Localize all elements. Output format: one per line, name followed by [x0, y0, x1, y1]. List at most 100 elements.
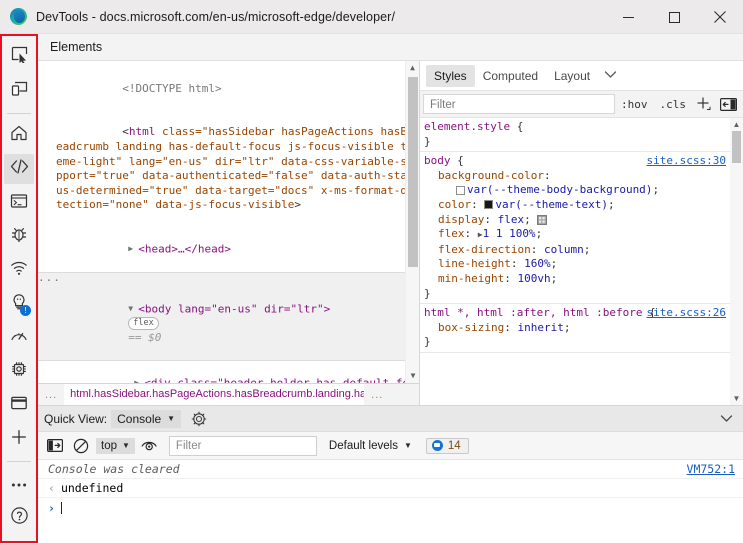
flexbox-editor-icon[interactable] [537, 214, 548, 225]
drawer-close-button[interactable] [720, 414, 737, 423]
live-expression-button[interactable] [139, 435, 161, 457]
toggle-sidebar-button[interactable] [716, 97, 740, 111]
console-prompt[interactable]: › [38, 498, 743, 517]
chevron-down-icon[interactable] [598, 70, 623, 82]
devices-icon [11, 80, 28, 102]
console-message-result: ‹ undefined [38, 479, 743, 498]
collapse-triangle-icon[interactable]: ▼ [128, 302, 137, 317]
tab-elements[interactable]: Elements [44, 40, 108, 54]
gauge-icon [10, 327, 28, 350]
sidebar-item-application[interactable] [4, 391, 34, 421]
tab-styles[interactable]: Styles [426, 64, 475, 87]
declaration-value: var(--theme-body-background) [467, 183, 653, 197]
declaration-name: flex [438, 227, 465, 241]
rule-source-link[interactable]: site.scss:30 [647, 154, 726, 169]
style-rule-html-universal[interactable]: html *, html :after, html :before { site… [420, 304, 743, 353]
expand-triangle-icon[interactable]: ▶ [134, 376, 143, 383]
help-button[interactable] [4, 503, 34, 533]
scroll-thumb[interactable] [408, 77, 418, 267]
declaration-background-color[interactable]: background-color: var(--theme-body-backg… [424, 169, 743, 198]
js-context-select[interactable]: top ▼ [96, 437, 135, 454]
bug-icon [10, 225, 28, 248]
sidebar-item-memory[interactable] [4, 357, 34, 387]
declaration-color[interactable]: color: var(--theme-text); [424, 198, 743, 213]
declaration-display[interactable]: display: flex; [424, 213, 743, 228]
dom-node-header-holder[interactable]: ▶ <div class="header-holder has-default-f… [38, 361, 419, 383]
edge-logo-icon [10, 8, 27, 25]
tab-computed[interactable]: Computed [475, 65, 546, 87]
hov-toggle-button[interactable]: :hov [615, 98, 654, 111]
style-rule-element-style[interactable]: element.style { } [420, 118, 743, 153]
rule-source-link[interactable]: site.scss:26 [647, 306, 726, 321]
scroll-thumb[interactable] [732, 131, 741, 163]
plus-icon [10, 428, 28, 451]
declaration-value: 100vh [517, 271, 551, 285]
close-button[interactable] [697, 0, 743, 34]
scroll-down-arrow-icon[interactable]: ▼ [406, 369, 419, 383]
declaration-flex[interactable]: flex: ▶1 1 100%; [424, 227, 743, 243]
scroll-up-arrow-icon[interactable]: ▲ [406, 61, 419, 75]
color-swatch[interactable] [456, 185, 465, 195]
console-message-source-link[interactable]: VM752:1 [687, 462, 735, 476]
declaration-min-height[interactable]: min-height: 100vh; [424, 272, 743, 287]
sidebar-item-elements[interactable] [4, 154, 34, 185]
chevron-down-icon [720, 415, 733, 422]
maximize-button[interactable] [651, 0, 697, 34]
message-count-value: 14 [447, 439, 461, 452]
chevron-down-icon: ▼ [122, 441, 130, 450]
sidebar-item-console[interactable] [4, 188, 34, 218]
breadcrumb-item-html[interactable]: html.hasSidebar.hasPageActions.hasBreadc… [64, 384, 365, 405]
sidebar-item-issues[interactable]: ! [4, 289, 34, 319]
scroll-up-arrow-icon[interactable]: ▲ [730, 118, 743, 131]
console-message-cleared: Console was cleared VM752:1 [38, 460, 743, 479]
devtools-main: Elements <!DOCTYPE html> <html class="ha… [38, 34, 743, 543]
declaration-flex-direction[interactable]: flex-direction: column; [424, 243, 743, 258]
sidebar-item-network[interactable] [4, 256, 34, 286]
sidebar-item-performance[interactable] [4, 323, 34, 353]
expand-triangle-icon[interactable]: ▶ [128, 242, 137, 257]
quick-view-select[interactable]: Console ▼ [111, 409, 182, 428]
new-style-rule-button[interactable] [692, 96, 716, 112]
dom-tree-scrollbar[interactable]: ▲ ▼ [405, 61, 419, 383]
inspect-element-button[interactable] [4, 42, 34, 72]
styles-filter-input[interactable]: Filter [423, 94, 615, 114]
declaration-name: min-height [438, 271, 505, 285]
console-filter-input[interactable]: Filter [168, 435, 317, 456]
dom-node-doctype[interactable]: <!DOCTYPE html> [38, 67, 419, 111]
tab-layout[interactable]: Layout [546, 65, 598, 87]
declaration-line-height[interactable]: line-height: 160%; [424, 257, 743, 272]
console-sidebar-button[interactable] [44, 435, 66, 457]
color-swatch[interactable] [484, 200, 494, 210]
console-levels-select[interactable]: Default levels ▼ [329, 440, 412, 452]
style-rule-body[interactable]: body { site.scss:30 background-color: va… [420, 152, 743, 305]
drawer-settings-button[interactable] [191, 411, 207, 427]
message-count-badge[interactable]: 14 [425, 437, 469, 454]
overflow-menu-button[interactable] [4, 469, 34, 499]
declaration-box-sizing[interactable]: box-sizing: inherit; [424, 321, 743, 336]
rule-close-brace: } [424, 286, 431, 300]
more-tools-button[interactable] [4, 425, 34, 455]
cls-toggle-button[interactable]: .cls [654, 98, 693, 111]
styles-rules-list[interactable]: element.style { } body { site.scss:30 ba… [420, 118, 743, 405]
rule-selector: html *, html :after, html :before [424, 306, 643, 320]
sidebar-item-welcome[interactable] [4, 121, 34, 151]
breadcrumb-overflow-right[interactable]: ... [364, 389, 390, 401]
dom-node-body[interactable]: ··· ▼ <body lang="en-us" dir="ltr"> flex … [38, 271, 419, 362]
styles-scrollbar[interactable]: ▲ ▼ [730, 118, 743, 405]
console-output[interactable]: Console was cleared VM752:1 ‹ undefined … [38, 460, 743, 543]
dom-node-html[interactable]: <html class="hasSidebar hasPageActions h… [38, 111, 419, 228]
window-controls [605, 0, 743, 34]
quick-view-label: Quick View: [44, 411, 108, 426]
minimize-button[interactable] [605, 0, 651, 34]
flex-badge[interactable]: flex [128, 317, 159, 331]
declaration-name: background-color [438, 168, 544, 182]
device-emulation-button[interactable] [4, 76, 34, 106]
clear-console-button[interactable] [70, 435, 92, 457]
dom-tree[interactable]: <!DOCTYPE html> <html class="hasSidebar … [38, 61, 419, 383]
node-badge-ellipsis[interactable]: ··· [38, 274, 61, 289]
sidebar-item-sources[interactable] [4, 222, 34, 252]
scroll-down-arrow-icon[interactable]: ▼ [730, 392, 743, 405]
dom-node-head[interactable]: ▶ <head>…</head> [38, 228, 419, 272]
breadcrumb-overflow-left[interactable]: ... [38, 389, 64, 401]
panel-tab-bar: Elements [38, 34, 743, 61]
